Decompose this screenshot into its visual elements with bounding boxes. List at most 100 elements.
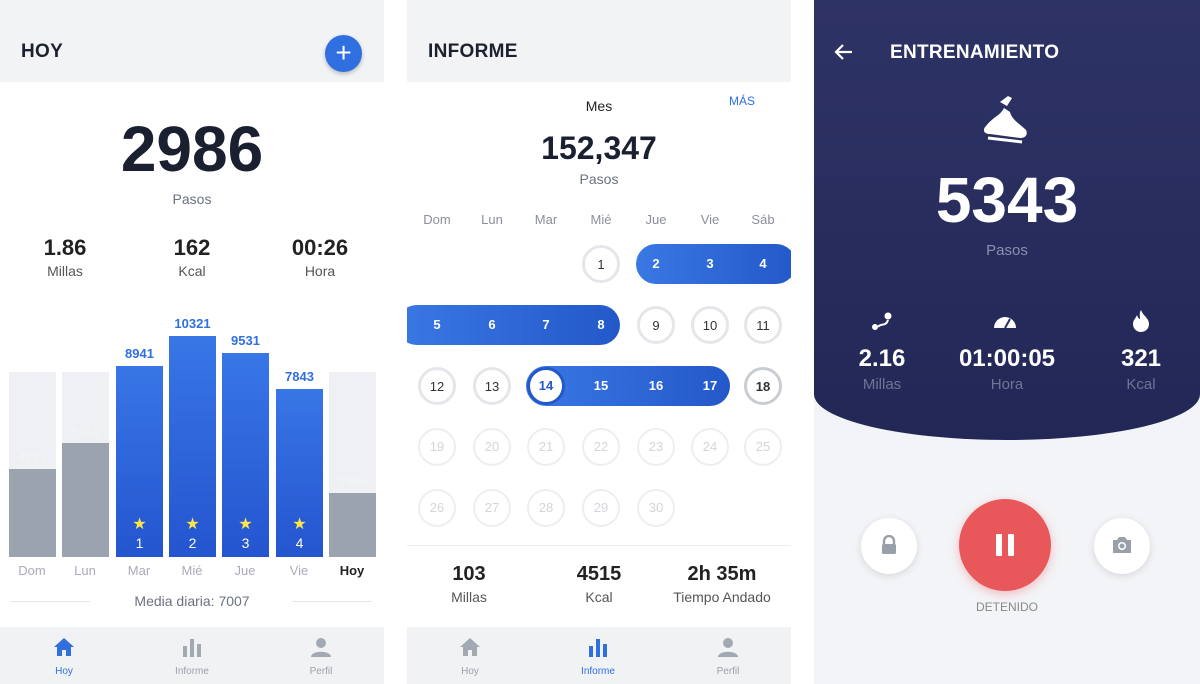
bar-4[interactable]: ★ 2 — [169, 336, 216, 557]
calendar-day[interactable]: 5 — [418, 306, 456, 344]
calendar-day[interactable]: 16 — [637, 367, 675, 405]
shoe-icon — [983, 96, 1027, 144]
workout-time-unit: Hora — [990, 376, 1024, 393]
route-icon — [872, 312, 892, 330]
workout-time-value: 01:00:05 — [958, 345, 1056, 372]
nav-label: Informe — [581, 666, 615, 677]
nav-label: Informe — [175, 666, 209, 677]
bar-value: 4121 — [18, 450, 47, 465]
calendar-day[interactable]: 3 — [691, 245, 729, 283]
calendar-day[interactable]: 14 — [527, 367, 565, 405]
calendar-day[interactable]: 7 — [527, 306, 565, 344]
nav-item-today[interactable]: Hoy — [430, 627, 510, 684]
star-icon: ★ — [292, 516, 307, 533]
bar-value: 5311 — [71, 424, 100, 439]
report-screen: INFORME Mes MÁS 152,347 Pasos Dom Lun Ma… — [407, 0, 791, 684]
calendar-day[interactable]: 28 — [527, 489, 565, 527]
bar-3[interactable]: ★ 1 — [116, 366, 163, 557]
bar-5[interactable]: ★ 3 — [222, 353, 269, 557]
bar-rank: 4 — [295, 535, 304, 551]
lock-button[interactable] — [861, 518, 917, 574]
total-distance-value: 103 — [452, 563, 486, 585]
calendar-day[interactable]: 23 — [637, 428, 675, 466]
bar-day-label: Mié — [181, 563, 203, 578]
speedometer-icon — [994, 317, 1016, 329]
calendar-day[interactable]: 25 — [744, 428, 782, 466]
calendar-day[interactable]: 12 — [418, 367, 456, 405]
nav-item-profile[interactable]: Perfil — [688, 627, 768, 684]
calendar-day[interactable]: 9 — [637, 306, 675, 344]
calendar-day[interactable]: 11 — [744, 306, 782, 344]
star-icon: ★ — [185, 516, 200, 533]
home-icon — [460, 638, 480, 656]
bar-6[interactable]: ★ 4 — [276, 389, 323, 557]
nav-label: Perfil — [716, 666, 740, 677]
today-kcal-unit: Kcal — [178, 263, 206, 279]
today-time-unit: Hora — [304, 263, 336, 279]
nav-label: Hoy — [55, 666, 73, 677]
bar-rank: 2 — [188, 535, 197, 551]
calendar-day[interactable]: 15 — [582, 367, 620, 405]
pause-icon — [996, 534, 1014, 556]
page-title: HOY — [21, 41, 64, 62]
star-icon: ★ — [132, 516, 147, 533]
calendar-day[interactable]: 22 — [582, 428, 620, 466]
bar-chart-icon — [589, 639, 607, 657]
today-time-value: 00:26 — [291, 235, 349, 260]
calendar-day[interactable]: 10 — [691, 306, 729, 344]
bar-1[interactable] — [9, 469, 56, 557]
calendar-day[interactable]: 1 — [582, 245, 620, 283]
bar-value: 8941 — [125, 346, 154, 361]
daily-average: Media diaria: 7007 — [134, 593, 250, 609]
calendar-day[interactable]: 8 — [582, 306, 620, 344]
calendar-day[interactable]: 18 — [744, 367, 782, 405]
calendar-day[interactable]: 4 — [744, 245, 782, 283]
calendar-day[interactable]: 27 — [473, 489, 511, 527]
bar-2[interactable] — [62, 443, 109, 557]
total-time-value: 2h 35m — [687, 563, 757, 585]
camera-icon — [1113, 537, 1131, 553]
nav-item-today[interactable]: Hoy — [24, 627, 104, 684]
calendar-day[interactable]: 13 — [473, 367, 511, 405]
workout-kcal-unit: Kcal — [1126, 376, 1156, 393]
workout-steps-label: Pasos — [986, 242, 1028, 259]
workout-screen: ENTRENAMIENTO 5343 Pasos 2.16 Millas 01:… — [814, 0, 1200, 684]
calendar-day[interactable]: 20 — [473, 428, 511, 466]
workout-distance-value: 2.16 — [858, 345, 906, 372]
total-kcal-unit: Kcal — [585, 589, 613, 605]
plus-icon: + — [335, 37, 352, 68]
arrow-left-icon[interactable] — [834, 42, 854, 62]
bar-value: 2986 — [338, 474, 367, 489]
workout-distance-unit: Millas — [862, 376, 902, 393]
month-calendar: 1 2 3 4 5 6 7 8 9 10 11 12 13 14 15 16 17 18 19 20 21 22 23 24 2… — [407, 0, 791, 540]
add-button[interactable]: + — [325, 35, 362, 72]
bar-day-label: Mar — [127, 563, 151, 578]
calendar-day[interactable]: 21 — [527, 428, 565, 466]
pause-button[interactable] — [959, 499, 1051, 591]
calendar-day[interactable]: 29 — [582, 489, 620, 527]
bar-day-label: Hoy — [339, 563, 365, 578]
bar-7[interactable] — [329, 493, 376, 557]
calendar-day[interactable]: 24 — [691, 428, 729, 466]
calendar-day[interactable]: 19 — [418, 428, 456, 466]
today-distance-unit: Millas — [47, 263, 83, 279]
nav-item-report[interactable]: Informe — [152, 627, 232, 684]
weekly-steps-chart: 4121 5311 ★ 1 8941 ★ 2 10321 ★ 3 9531 ★ 4 7843 2986 — [0, 300, 384, 557]
person-icon — [311, 638, 331, 657]
bar-day-label: Jue — [234, 563, 256, 578]
nav-item-profile[interactable]: Perfil — [281, 627, 361, 684]
calendar-day[interactable]: 17 — [691, 367, 729, 405]
star-icon: ★ — [238, 516, 253, 533]
calendar-day[interactable]: 2 — [637, 245, 675, 283]
calendar-day[interactable]: 30 — [637, 489, 675, 527]
today-screen: HOY + 2986 Pasos 1.86 Millas 162 Kcal 00… — [0, 0, 384, 684]
nav-item-report[interactable]: Informe — [558, 627, 638, 684]
lock-icon — [882, 535, 896, 554]
divider — [407, 545, 791, 546]
bottom-nav: Hoy Informe Perfil — [0, 627, 384, 684]
calendar-day[interactable]: 6 — [473, 306, 511, 344]
calendar-day[interactable]: 26 — [418, 489, 456, 527]
home-icon — [54, 638, 74, 656]
camera-button[interactable] — [1094, 518, 1150, 574]
today-kcal-value: 162 — [173, 235, 211, 260]
